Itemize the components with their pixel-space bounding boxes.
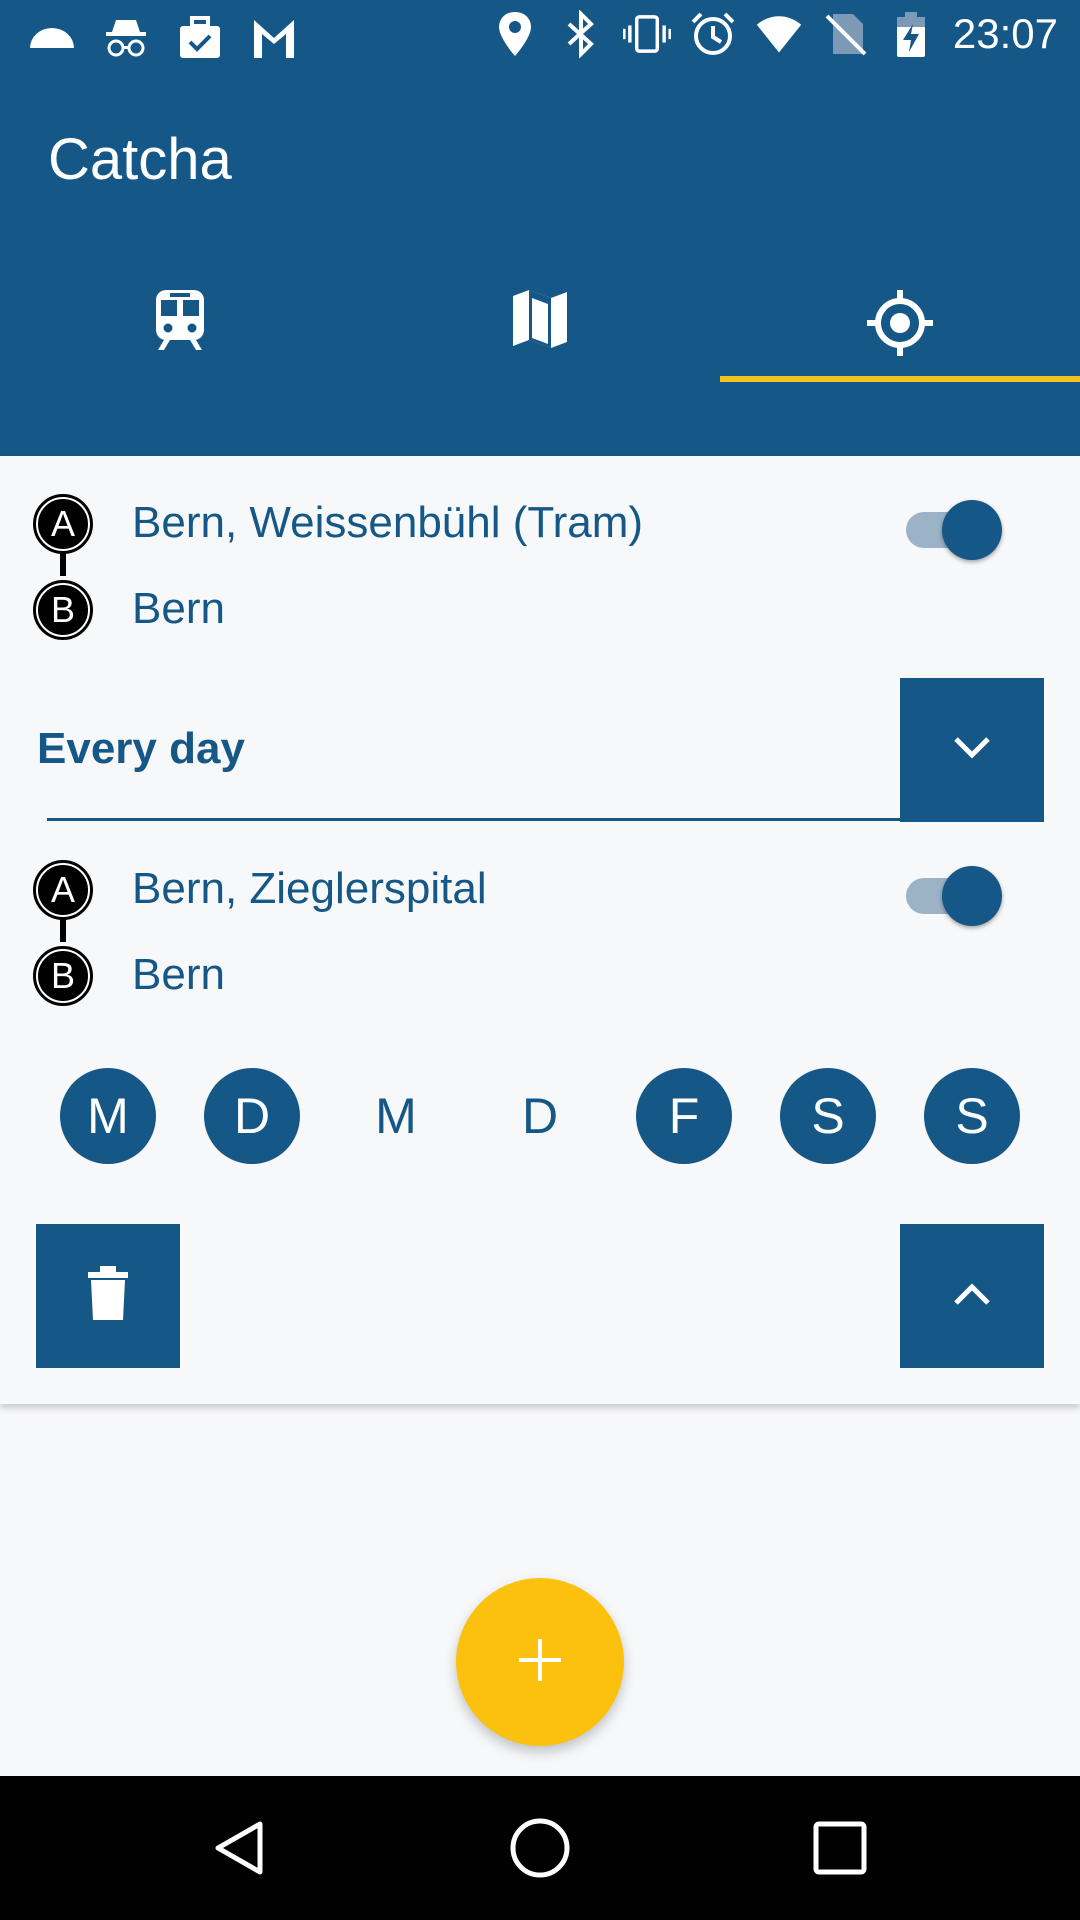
status-time: 23:07	[952, 10, 1058, 57]
route-toggle[interactable]	[906, 860, 1002, 932]
to-station: Bern	[132, 950, 225, 999]
app-bar: Catcha	[0, 74, 1080, 456]
to-station: Bern	[132, 584, 225, 633]
tab-selected-indicator	[720, 376, 1080, 382]
weekday-selector: M D M D F S S	[0, 1068, 1080, 1168]
trash-icon	[86, 1266, 130, 1326]
delete-button[interactable]	[36, 1224, 180, 1368]
toggle-thumb	[942, 500, 1002, 560]
start-badge: A	[33, 494, 93, 554]
back-icon	[210, 1818, 270, 1882]
map-icon	[511, 288, 569, 354]
start-badge: A	[33, 860, 93, 920]
collapse-button[interactable]	[900, 1224, 1044, 1368]
back-button[interactable]	[200, 1810, 280, 1890]
wifi-icon	[755, 10, 803, 58]
day-tuesday[interactable]: D	[204, 1068, 300, 1164]
route-item[interactable]: A B Bern, Weissenbühl (Tram) Bern	[0, 456, 1080, 640]
route-toggle[interactable]	[906, 494, 1002, 566]
day-monday[interactable]: M	[60, 1068, 156, 1164]
no-sim-icon	[821, 10, 869, 58]
location-target-icon	[865, 288, 935, 362]
day-sunday[interactable]: S	[924, 1068, 1020, 1164]
from-station: Bern, Zieglerspital	[132, 864, 487, 913]
plus-icon	[517, 1637, 563, 1687]
status-bar: 23:07	[0, 0, 1080, 74]
system-nav-bar	[0, 1776, 1080, 1920]
tab-bar	[0, 288, 1080, 456]
app-title: Catcha	[48, 127, 232, 192]
home-icon	[509, 1817, 571, 1883]
recents-button[interactable]	[800, 1810, 880, 1890]
bluetooth-icon	[557, 10, 605, 58]
location-icon	[491, 10, 539, 58]
route-card: A B Bern, Weissenbühl (Tram) Bern Every …	[0, 456, 1080, 1404]
schedule-underline	[47, 818, 901, 821]
tab-connections[interactable]	[0, 288, 360, 456]
schedule-selected: Every day	[37, 724, 245, 773]
chevron-down-icon	[952, 735, 992, 765]
day-thursday[interactable]: D	[492, 1068, 588, 1164]
route-item[interactable]: A B Bern, Zieglerspital Bern	[0, 822, 1080, 1006]
status-right-icons: 23:07	[491, 10, 1058, 58]
home-button[interactable]	[500, 1810, 580, 1890]
end-badge: B	[33, 946, 93, 1006]
alarm-icon	[689, 10, 737, 58]
chevron-up-icon	[952, 1281, 992, 1311]
vibrate-icon	[622, 10, 671, 58]
day-wednesday[interactable]: M	[348, 1068, 444, 1164]
incognito-icon	[102, 14, 150, 62]
tab-map[interactable]	[360, 288, 720, 456]
gmail-icon	[250, 14, 298, 62]
day-friday[interactable]: F	[636, 1068, 732, 1164]
train-icon	[150, 288, 210, 358]
dropdown-button[interactable]	[900, 678, 1044, 822]
battery-charging-icon	[887, 10, 935, 58]
recents-icon	[813, 1821, 867, 1879]
add-route-fab[interactable]	[456, 1578, 624, 1746]
toggle-thumb	[942, 866, 1002, 926]
from-station: Bern, Weissenbühl (Tram)	[132, 498, 644, 547]
end-badge: B	[33, 580, 93, 640]
cloud-icon	[28, 14, 76, 62]
status-left-icons	[28, 14, 298, 62]
day-saturday[interactable]: S	[780, 1068, 876, 1164]
briefcase-check-icon	[176, 14, 224, 62]
tab-location[interactable]	[720, 288, 1080, 456]
